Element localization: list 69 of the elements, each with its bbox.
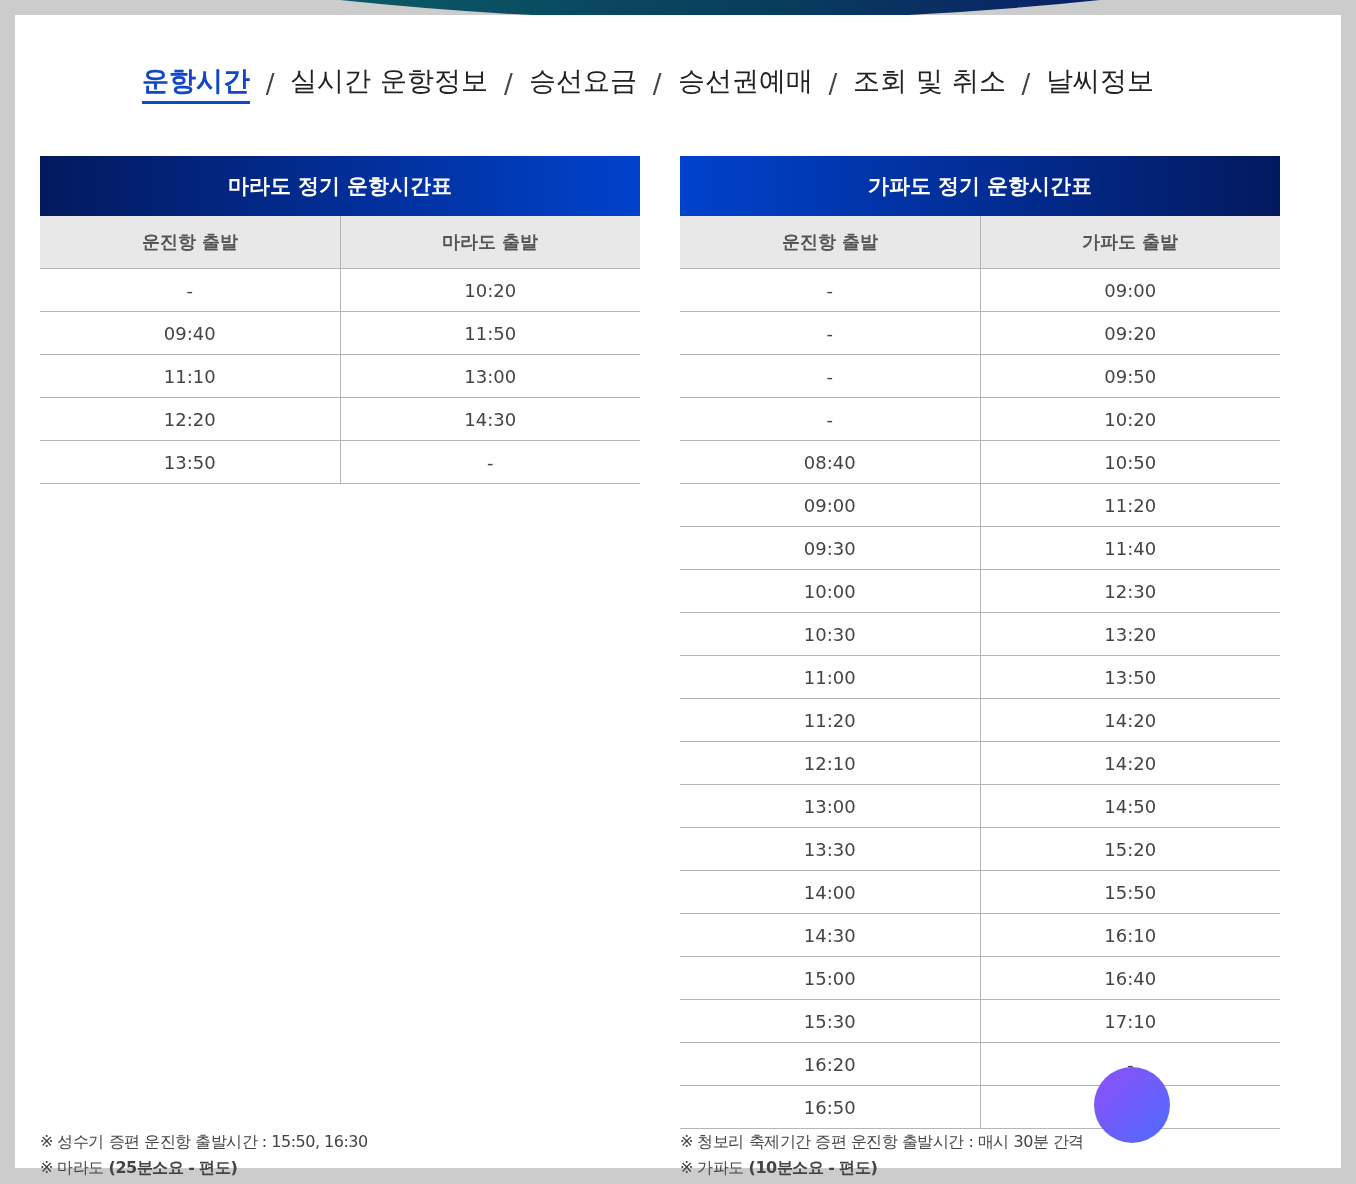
table-cell: 14:30 <box>340 397 640 441</box>
table-cell: 13:00 <box>340 354 640 398</box>
table-cell: 09:00 <box>680 483 980 527</box>
column-header: 마라도 출발 <box>340 216 640 269</box>
nav-tab[interactable]: 승선권예매 <box>677 63 813 104</box>
separator: / <box>652 68 662 99</box>
note-text: ※ 마라도 (25분소요 - 편도) <box>40 1157 239 1179</box>
separator: / <box>504 68 513 99</box>
separator: / <box>265 68 275 99</box>
table-cell: 10:30 <box>680 612 980 656</box>
note-text: ※ 청보리 축제기간 증편 운진항 출발시간 : 매시 30분 간격 <box>680 1131 1085 1153</box>
table-cell: 12:20 <box>40 397 340 441</box>
column-header: 운진항 출발 <box>40 216 340 269</box>
note-text: ※ 가파도 (10분소요 - 편도) <box>680 1157 879 1179</box>
table-cell: 15:00 <box>680 956 980 1000</box>
table-cell: 11:40 <box>980 526 1280 570</box>
column-header: 가파도 출발 <box>980 216 1280 269</box>
table-cell: 11:50 <box>340 311 640 355</box>
table-cell: 16:20 <box>680 1042 980 1086</box>
nav-tab[interactable]: 승선요금 <box>528 63 637 104</box>
table-cell: - <box>680 268 980 312</box>
table-cell: 15:50 <box>980 870 1280 914</box>
timetable-title: 가파도 정기 운항시간표 <box>680 156 1280 216</box>
table-cell: 13:20 <box>980 612 1280 656</box>
table-cell: 09:00 <box>980 268 1280 312</box>
separator: / <box>1021 68 1031 99</box>
timetable-title: 마라도 정기 운항시간표 <box>40 156 640 216</box>
table-cell: 10:00 <box>680 569 980 613</box>
table-cell: - <box>680 354 980 398</box>
table-cell: 11:20 <box>980 483 1280 527</box>
table-cell: 16:10 <box>980 913 1280 957</box>
table-cell: 10:20 <box>980 397 1280 441</box>
table-cell: 14:00 <box>680 870 980 914</box>
nav-tab[interactable]: 실시간 운항정보 <box>290 63 489 104</box>
table-cell: 16:50 <box>680 1085 980 1129</box>
table-cell: - <box>680 397 980 441</box>
table-cell: 14:20 <box>980 698 1280 742</box>
table-cell: - <box>680 311 980 355</box>
table-cell: 15:30 <box>680 999 980 1043</box>
table-cell: 13:00 <box>680 784 980 828</box>
table-cell: - <box>40 268 340 312</box>
table-cell: 14:20 <box>980 741 1280 785</box>
note-text: ※ 성수기 증편 운진항 출발시간 : 15:50, 16:30 <box>40 1131 369 1153</box>
table-cell: - <box>340 440 640 484</box>
table-cell: 13:50 <box>980 655 1280 699</box>
table-cell: 09:20 <box>980 311 1280 355</box>
table-cell: 14:50 <box>980 784 1280 828</box>
table-cell: 13:30 <box>680 827 980 871</box>
table-cell: 08:40 <box>680 440 980 484</box>
table-cell: 17:10 <box>980 999 1280 1043</box>
table-cell: 11:20 <box>680 698 980 742</box>
table-cell: 09:40 <box>40 311 340 355</box>
table-cell: 13:50 <box>40 440 340 484</box>
table-cell: 12:30 <box>980 569 1280 613</box>
table-cell: 10:50 <box>980 440 1280 484</box>
table-cell: 14:30 <box>680 913 980 957</box>
table-cell: 15:20 <box>980 827 1280 871</box>
table-cell: 16:40 <box>980 956 1280 1000</box>
table-cell: 11:00 <box>680 655 980 699</box>
column-header: 운진항 출발 <box>680 216 980 269</box>
nav-tab[interactable]: 날씨정보 <box>1046 63 1155 104</box>
nav-tab[interactable]: 조회 및 취소 <box>853 63 1006 104</box>
table-cell: 12:10 <box>680 741 980 785</box>
table-cell: 11:10 <box>40 354 340 398</box>
table-cell: 09:50 <box>980 354 1280 398</box>
table-cell: 09:30 <box>680 526 980 570</box>
table-cell: 10:20 <box>340 268 640 312</box>
nav-tab[interactable]: 운항시간 <box>141 63 250 104</box>
separator: / <box>828 68 838 99</box>
